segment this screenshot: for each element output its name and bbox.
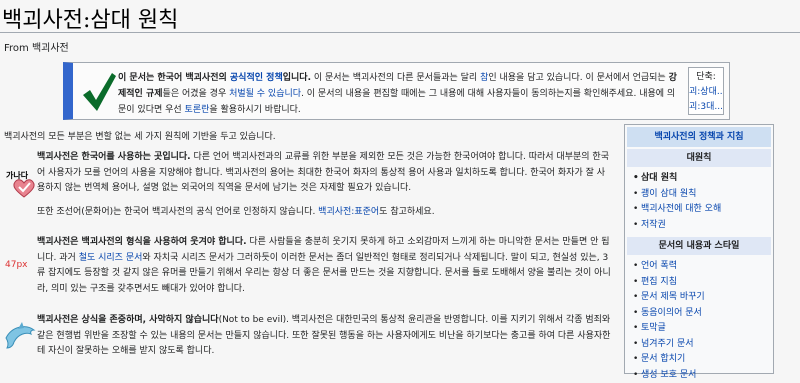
navbox-item[interactable]: 편집 지침 — [641, 277, 677, 287]
navbox-item[interactable]: 문서 제목 바꾸기 — [641, 292, 705, 302]
navbox-item[interactable]: 백괴사전에 대한 오해 — [641, 204, 721, 214]
section-1-note-end: 도 참고하세요. — [379, 206, 435, 217]
policy-notice-box: 이 문서는 한국어 백괴사전의 공식적인 정책입니다. 이 문서는 백괴사전의 … — [63, 62, 730, 120]
notice-bold-2: 입니다. — [282, 73, 311, 83]
section-humor: 백괴사전은 백괴사전의 형식을 사용하여 웃겨야 합니다. 다른 사람들을 충분… — [37, 235, 611, 297]
railway-series-link[interactable]: 철도 시리즈 문서 — [79, 253, 143, 263]
navbox-group-principles: 대원칙 — [627, 149, 771, 167]
from-line: From 백괴사전 — [4, 43, 69, 54]
shortcut-title: 단축: — [696, 72, 716, 82]
shortcut-link-2[interactable]: 괴:3대... — [689, 100, 723, 114]
navbox-group-style: 문서의 내용과 스타일 — [627, 237, 771, 255]
section-common-sense: 백괴사전은 상식을 존중하며, 사악하지 않습니다(Not to be evil… — [37, 313, 611, 360]
notice-text-3: 들은 어겼을 경우 — [162, 89, 230, 99]
section-korean: 백괴사전은 한국어를 사용하는 곳입니다. 다른 언어 백괴사전과의 교류를 위… — [37, 150, 611, 220]
navbox-title-link[interactable]: 백괴사전의 정책과 지침 — [654, 132, 743, 142]
navbox-item[interactable]: 언어 폭력 — [641, 261, 677, 271]
heart-icon — [13, 179, 35, 198]
navbox-item[interactable]: 문서 합치기 — [641, 354, 685, 364]
principles-list: 삼대 원칙 괭이 삼대 원칙 백괴사전에 대한 오해 저작권 — [633, 171, 773, 233]
official-policy-link[interactable]: 공식적인 정책 — [230, 73, 283, 83]
notice-bold-1: 이 문서는 한국어 백괴사전의 — [118, 73, 230, 83]
notice-text: 이 문서는 한국어 백괴사전의 공식적인 정책입니다. 이 문서는 백괴사전의 … — [118, 70, 678, 118]
section-1-heading: 백괴사전은 한국어를 사용하는 곳입니다. — [37, 152, 191, 162]
punishment-link[interactable]: 처벌될 수 있습니다 — [229, 89, 301, 99]
navbox-item[interactable]: 토막글 — [641, 323, 666, 333]
navbox-title: 백괴사전의 정책과 지침 — [627, 127, 771, 147]
shortcut-box: 단축: 괴:상대... 괴:3대... — [688, 67, 724, 115]
checkmark-icon — [83, 73, 116, 111]
dolphin-icon — [5, 322, 36, 349]
talk-page-link[interactable]: 토론란 — [185, 105, 210, 115]
size-label: 47px — [5, 260, 28, 270]
navbox-item[interactable]: 괭이 삼대 원칙 — [641, 189, 696, 199]
notice-text-2: 인 내용을 담고 있습니다. 이 문서에서 언급되는 — [488, 73, 669, 83]
page-title: 백괴사전:삼대 원칙 — [2, 8, 179, 33]
intro-text: 백괴사전의 모든 부분은 변할 없는 세 가지 원칙에 기반을 두고 있습니다. — [4, 132, 276, 142]
section-2-heading: 백괴사전은 백괴사전의 형식을 사용하여 웃겨야 합니다. — [37, 237, 247, 247]
style-list: 언어 폭력 편집 지침 문서 제목 바꾸기 동음이의어 문서 토막글 넘겨주기 … — [633, 259, 773, 383]
notice-text-5: 을 활용하시기 바랍니다. — [209, 105, 301, 115]
navbox-item[interactable]: 저작권 — [641, 220, 666, 230]
hangul-heart-icon: 가나다 — [6, 164, 38, 198]
policy-navbox: 백괴사전의 정책과 지침 대원칙 삼대 원칙 괭이 삼대 원칙 백괴사전에 대한… — [624, 124, 774, 383]
navbox-item[interactable]: 넘겨주기 문서 — [641, 339, 694, 349]
navbox-item[interactable]: 동음이의어 문서 — [641, 308, 702, 318]
section-1-note: 또한 조선어(문화어)는 한국어 백괴사전의 공식 언어로 인정하지 않습니다. — [37, 206, 319, 217]
shortcut-link-1[interactable]: 괴:상대... — [689, 85, 723, 100]
notice-text-1: 이 문서는 백괴사전의 다른 문서들과는 달리 — [311, 73, 481, 83]
navbox-item-current: 삼대 원칙 — [633, 171, 773, 187]
section-3-heading: 백괴사전은 상식을 존중하며, 사악하지 않습니다 — [37, 315, 219, 325]
navbox-item[interactable]: 생성 보호 문서 — [641, 370, 696, 380]
title-divider — [0, 32, 800, 33]
standard-language-link[interactable]: 백괴사전:표준어 — [318, 207, 379, 217]
